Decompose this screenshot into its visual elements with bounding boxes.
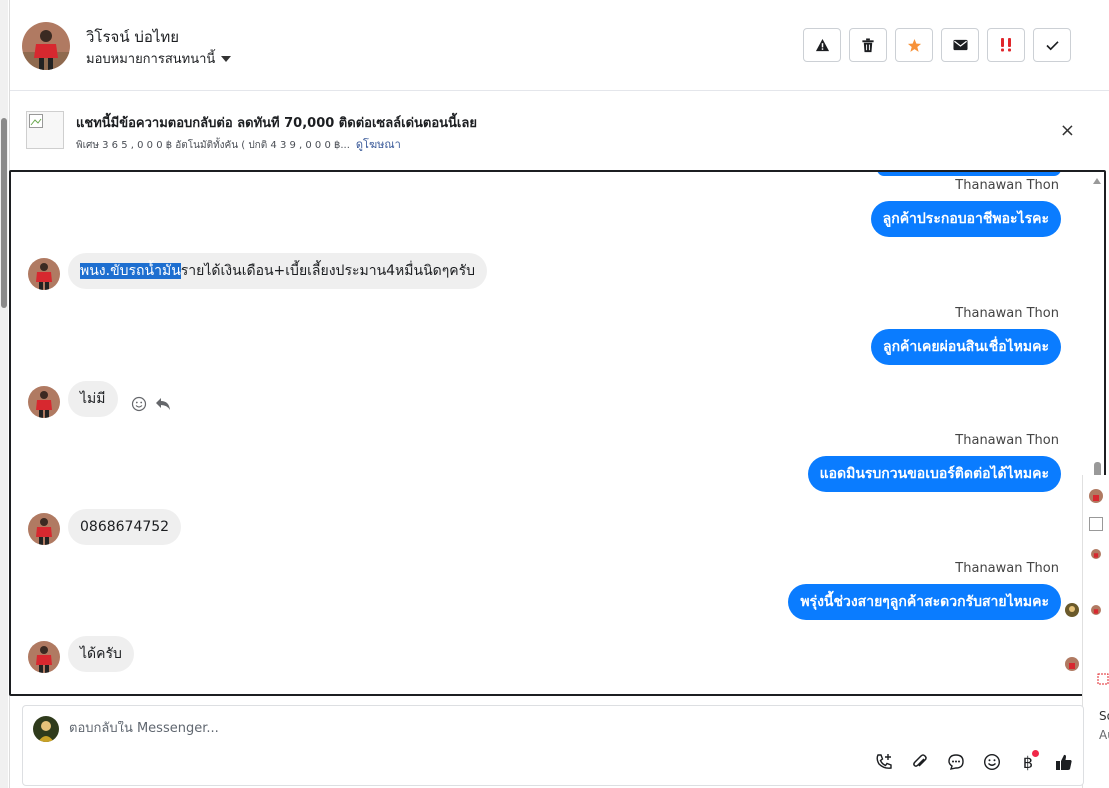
outgoing-message[interactable]: ลูกค้าเคยผ่อนสินเชื่อไหมคะ: [870, 329, 1061, 365]
message-thread[interactable]: Thanawan Thon ลูกค้าประกอบอาชีพอะไรคะ พน…: [9, 170, 1106, 696]
ad-banner: แชทนี้มีข้อความตอบกลับต่อ ลดทันที 70,000…: [10, 92, 1109, 168]
composer-toolbar: ฿: [871, 749, 1077, 775]
sender-name: Thanawan Thon: [955, 178, 1059, 193]
page-scrollbar[interactable]: [0, 0, 8, 788]
ad-subtitle: พิเศษ 3 6 5 , 0 0 0 ฿ อัตโนมัติทั้งคัน (…: [76, 135, 401, 153]
message-text: รายได้เงินเดือน+เบี้ยเลี้ยงประมาน4หมื่นน…: [180, 263, 476, 279]
message-bubble-partial: [877, 172, 1061, 176]
assign-label: มอบหมายการสนทนานี้: [86, 52, 216, 67]
follow-up-icon: [1001, 38, 1011, 52]
call-add-icon: [876, 754, 892, 769]
sender-name: Thanawan Thon: [955, 561, 1059, 576]
broken-image-icon: [29, 114, 43, 128]
done-button[interactable]: [1033, 28, 1071, 62]
avatar: [1089, 489, 1103, 503]
ad-subtitle-text: พิเศษ 3 6 5 , 0 0 0 ฿ อัตโนมัติทั้งคัน (…: [76, 140, 350, 151]
contact-avatar[interactable]: [28, 258, 60, 290]
action-toolbar: [803, 28, 1071, 62]
contact-name[interactable]: วิโรจน์ บ่อไทย: [86, 25, 179, 49]
side-text: Au: [1099, 728, 1109, 742]
side-text: So: [1099, 709, 1109, 723]
reply-icon[interactable]: [155, 397, 171, 411]
reply-composer: ฿: [22, 705, 1084, 786]
mark-unread-button[interactable]: [941, 28, 979, 62]
contact-avatar[interactable]: [28, 513, 60, 545]
assign-conversation-dropdown[interactable]: มอบหมายการสนทนานี้: [86, 48, 232, 69]
sender-name: Thanawan Thon: [955, 433, 1059, 448]
reply-input[interactable]: [69, 721, 669, 736]
incoming-message[interactable]: 0868674752: [68, 509, 182, 545]
envelope-icon: [952, 39, 968, 51]
check-icon: [1045, 40, 1059, 50]
close-icon[interactable]: ×: [1060, 122, 1075, 140]
attach-icon: [913, 754, 927, 767]
call-add-button[interactable]: [871, 749, 897, 775]
avatar: [1091, 605, 1101, 615]
message-actions: [131, 396, 171, 412]
avatar: [1091, 549, 1101, 559]
star-button[interactable]: [895, 28, 933, 62]
incoming-message[interactable]: พนง.ขับรถน้ำมันรายได้เงินเดือน+เบี้ยเลี้…: [68, 253, 488, 289]
emoji-button[interactable]: [979, 749, 1005, 775]
spam-button[interactable]: [803, 28, 841, 62]
contact-avatar[interactable]: [28, 386, 60, 418]
emoji-icon: [983, 753, 1001, 771]
notification-dot: [1032, 750, 1039, 757]
conversation-header: วิโรจน์ บ่อไทย มอบหมายการสนทนานี้: [10, 0, 1109, 91]
warning-icon: [815, 38, 829, 51]
like-button[interactable]: [1051, 749, 1077, 775]
trash-icon: [862, 37, 874, 52]
attach-button[interactable]: [907, 749, 933, 775]
incoming-message[interactable]: ได้ครับ: [68, 636, 134, 672]
selected-text: พนง.ขับรถน้ำมัน: [80, 263, 181, 279]
page-scrollbar-thumb[interactable]: [1, 118, 7, 308]
outgoing-message[interactable]: แอดมินรบกวนขอเบอร์ติดต่อได้ไหมคะ: [807, 456, 1061, 492]
payment-button[interactable]: ฿: [1015, 749, 1041, 775]
ad-image[interactable]: [26, 111, 64, 149]
scroll-up-icon[interactable]: [1093, 178, 1101, 184]
broken-image-icon: [1089, 517, 1103, 531]
seen-avatar: [1065, 603, 1079, 617]
delete-button[interactable]: [849, 28, 887, 62]
outgoing-message[interactable]: พรุ่งนี้ช่วงสายๆลูกค้าสะดวกรับสายไหมคะ: [788, 584, 1061, 620]
chevron-down-icon: [221, 55, 232, 62]
star-icon: [907, 38, 921, 52]
follow-up-button[interactable]: [987, 28, 1025, 62]
seen-avatar: [1065, 657, 1079, 671]
side-panel-peek: So Au: [1082, 475, 1109, 788]
saved-reply-icon: [948, 754, 964, 770]
view-ad-link[interactable]: ดูโฆษณา: [356, 138, 401, 151]
sender-name: Thanawan Thon: [955, 306, 1059, 321]
incoming-message[interactable]: ไม่มี: [68, 381, 118, 417]
ad-title[interactable]: แชทนี้มีข้อความตอบกลับต่อ ลดทันที 70,000…: [76, 112, 477, 133]
emoji-react-icon[interactable]: [131, 396, 147, 412]
like-icon: [1056, 754, 1072, 770]
saved-reply-button[interactable]: [943, 749, 969, 775]
contact-avatar[interactable]: [22, 22, 70, 70]
user-avatar: [33, 716, 59, 742]
contact-avatar[interactable]: [28, 641, 60, 673]
outgoing-message[interactable]: ลูกค้าประกอบอาชีพอะไรคะ: [870, 201, 1061, 237]
app-icon: [1097, 673, 1109, 685]
